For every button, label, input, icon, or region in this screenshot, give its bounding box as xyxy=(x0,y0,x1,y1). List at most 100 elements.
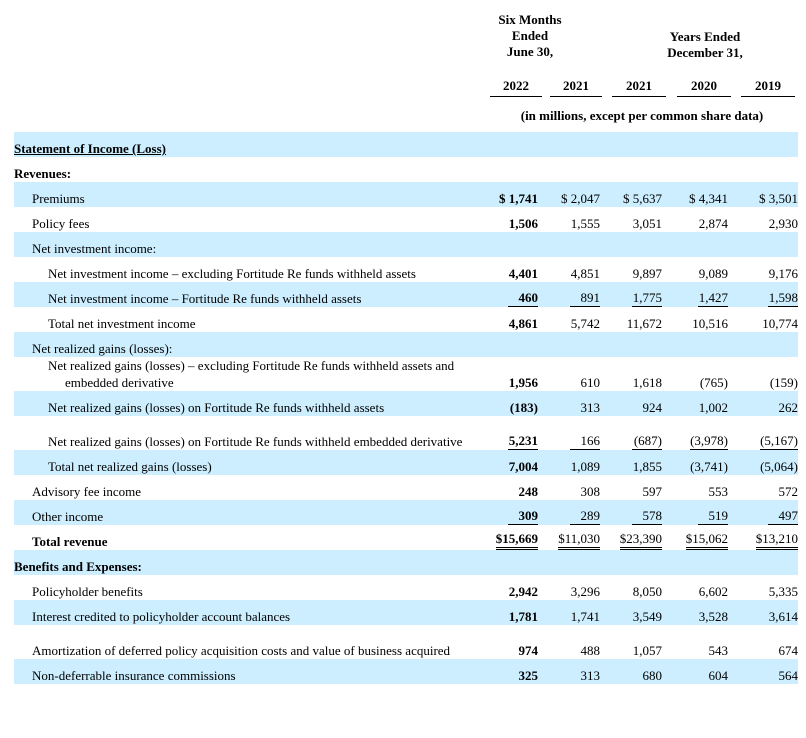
value-text: 10,516 xyxy=(692,316,728,331)
value-text: 974 xyxy=(518,643,539,658)
value-text: 166 xyxy=(570,432,600,450)
value-text: 7,004 xyxy=(508,459,538,474)
value-cell: 289 xyxy=(538,500,600,525)
value-cell: $13,210 xyxy=(728,525,798,550)
value-cell: 5,231 xyxy=(480,416,538,450)
value-text: $ 1,741 xyxy=(499,191,538,206)
row-label-text: Net realized gains (losses) on Fortitude… xyxy=(48,434,463,449)
value-cell: 488 xyxy=(538,625,601,659)
value-cell: 3,528 xyxy=(662,600,728,625)
table-row: Net realized gains (losses) on Fortitude… xyxy=(14,416,798,450)
value-text: 1,002 xyxy=(698,400,728,415)
value-cell: 2,874 xyxy=(662,207,728,232)
value-cell: 313 xyxy=(538,659,600,684)
table-row: Amortization of deferred policy acquisit… xyxy=(14,625,798,659)
value-text: 248 xyxy=(518,484,539,499)
units-note: (in millions, except per common share da… xyxy=(520,108,764,123)
value-text: 5,231 xyxy=(508,433,538,450)
value-cell: 1,855 xyxy=(600,450,662,475)
value-cell: 5,335 xyxy=(728,575,798,600)
table-row: Total revenue $15,669 $11,030 $23,390 $15,06… xyxy=(14,525,798,550)
value-text: 1,855 xyxy=(632,459,662,474)
value-cell: 974 xyxy=(480,625,539,659)
value-text: 3,296 xyxy=(570,584,600,599)
value-text: 1,956 xyxy=(508,375,538,390)
table-row: Benefits and Expenses: xyxy=(14,550,798,575)
value-text: 597 xyxy=(642,484,663,499)
table-row: Net realized gains (losses) on Fortitude… xyxy=(14,391,798,416)
row-label-text: Net realized gains (losses) – excluding … xyxy=(48,358,455,390)
value-text: 3,614 xyxy=(768,609,798,624)
value-cell: 543 xyxy=(662,625,729,659)
value-text: 5,335 xyxy=(768,584,798,599)
row-label: Net realized gains (losses) – excluding … xyxy=(14,357,480,391)
value-cell: $23,390 xyxy=(600,525,662,550)
row-label-text: Net realized gains (losses): xyxy=(32,341,173,356)
years-ended-line-2: December 31, xyxy=(667,45,743,60)
value-cell xyxy=(480,157,538,182)
value-cell xyxy=(600,157,662,182)
value-text: 2,930 xyxy=(768,216,798,231)
year-col-2: 2021 xyxy=(550,78,602,97)
value-cell: 2,942 xyxy=(480,575,538,600)
value-cell: (5,064) xyxy=(728,450,798,475)
row-label: Total revenue xyxy=(14,525,480,550)
value-cell: 11,672 xyxy=(600,307,662,332)
row-label-text: Revenues: xyxy=(14,166,72,181)
value-text: 610 xyxy=(580,375,601,390)
value-text: 460 xyxy=(508,289,538,307)
value-text: 2,942 xyxy=(508,584,538,599)
row-label: Advisory fee income xyxy=(14,475,480,500)
value-text: $23,390 xyxy=(619,530,662,550)
value-text: 1,781 xyxy=(508,609,538,624)
row-label: Other income xyxy=(14,500,480,525)
value-cell: 460 xyxy=(480,282,538,307)
row-label: Net realized gains (losses) on Fortitude… xyxy=(14,391,480,416)
value-text: 564 xyxy=(778,668,799,683)
value-cell: 1,002 xyxy=(662,391,728,416)
row-label-text: Benefits and Expenses: xyxy=(14,559,142,574)
value-cell: 10,516 xyxy=(662,307,728,332)
value-cell: $ 4,341 xyxy=(662,182,728,207)
value-cell xyxy=(600,550,662,575)
value-cell: 262 xyxy=(728,391,798,416)
row-label-text: Net investment income – excluding Fortit… xyxy=(48,266,416,281)
year-col-1: 2022 xyxy=(490,78,542,97)
value-cell xyxy=(728,132,798,157)
value-cell: 8,050 xyxy=(600,575,662,600)
row-label-text: Total net investment income xyxy=(48,316,196,331)
value-cell: 1,555 xyxy=(538,207,600,232)
row-label-text: Interest credited to policyholder accoun… xyxy=(32,609,291,624)
value-text: 543 xyxy=(708,643,729,658)
value-text: (765) xyxy=(699,375,728,390)
value-cell: 1,057 xyxy=(600,625,662,659)
table-row: Net investment income – Fortitude Re fun… xyxy=(14,282,798,307)
row-label-text: Net investment income – Fortitude Re fun… xyxy=(48,291,362,306)
year-col-3: 2021 xyxy=(612,78,666,97)
value-cell: 519 xyxy=(662,500,728,525)
value-cell xyxy=(600,332,662,357)
six-months-header: Six Months Ended June 30, xyxy=(490,12,570,60)
value-cell: $ 1,741 xyxy=(480,182,538,207)
value-cell xyxy=(662,132,728,157)
row-label: Revenues: xyxy=(14,157,480,182)
value-text: 10,774 xyxy=(762,316,798,331)
value-text: 3,051 xyxy=(632,216,662,231)
value-cell: 1,506 xyxy=(480,207,538,232)
years-ended-header: Years Ended December 31, xyxy=(640,29,770,61)
value-cell: 313 xyxy=(538,391,600,416)
value-text: 891 xyxy=(570,289,600,307)
value-cell xyxy=(728,232,798,257)
value-text: $ 5,637 xyxy=(623,191,662,206)
value-cell: 10,774 xyxy=(728,307,798,332)
row-label: Net investment income – excluding Fortit… xyxy=(14,257,480,282)
value-text: 680 xyxy=(642,668,663,683)
value-cell xyxy=(662,157,728,182)
row-label: Net realized gains (losses) on Fortitude… xyxy=(14,416,480,450)
value-cell xyxy=(662,550,728,575)
six-months-line-3: June 30, xyxy=(506,44,554,59)
value-cell xyxy=(662,332,728,357)
value-cell: 5,742 xyxy=(538,307,600,332)
value-cell: 7,004 xyxy=(480,450,538,475)
value-cell xyxy=(728,550,798,575)
